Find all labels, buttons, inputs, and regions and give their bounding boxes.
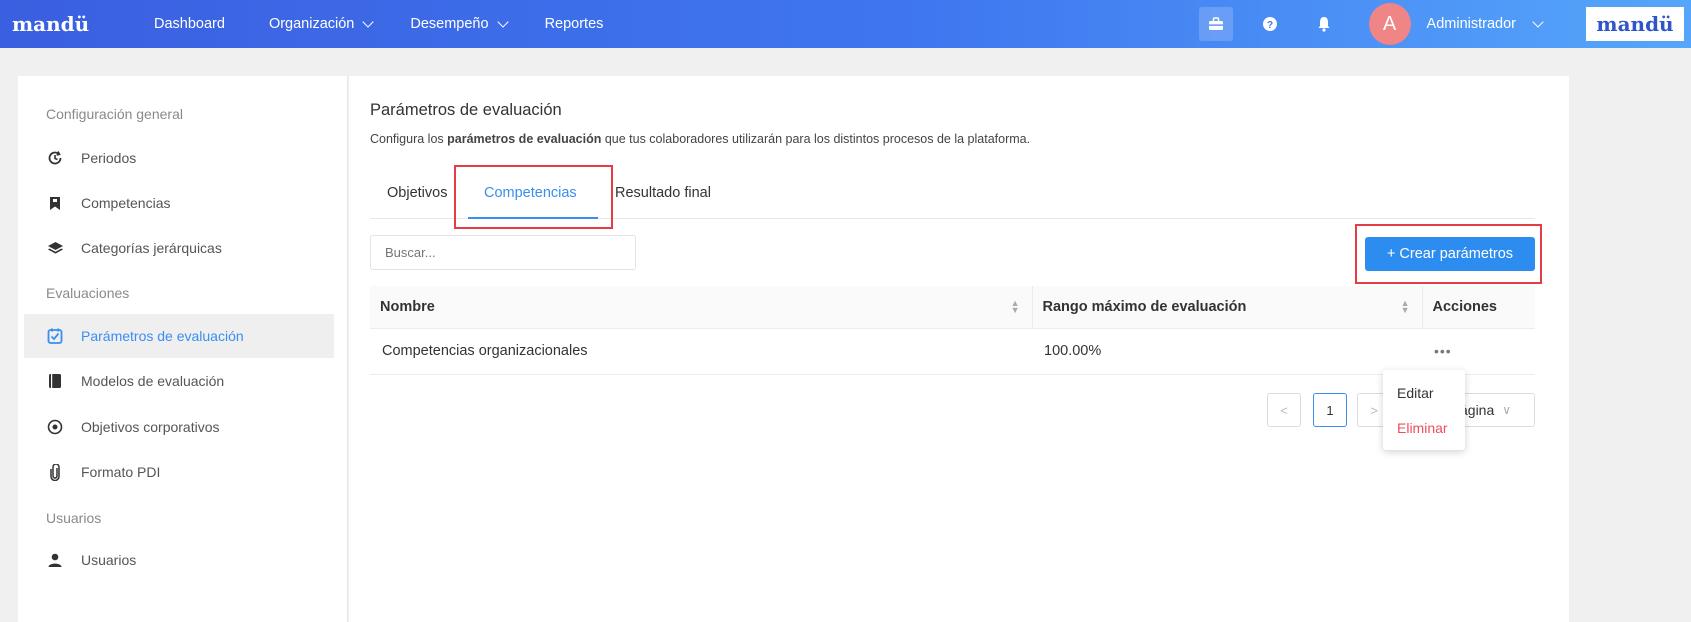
description-text: Configura los bbox=[370, 132, 448, 146]
tab-objetivos[interactable]: Objetivos bbox=[387, 185, 447, 201]
user-name: Administrador bbox=[1426, 16, 1516, 32]
paperclip-icon bbox=[46, 463, 64, 481]
sidebar-item-label: Periodos bbox=[81, 150, 137, 166]
app-logo[interactable]: mandü bbox=[12, 12, 124, 36]
column-label: Rango máximo de evaluación bbox=[1042, 298, 1247, 315]
page-description: Configura los parámetros de evaluación q… bbox=[370, 132, 1030, 146]
nav-desempeno-label: Desempeño bbox=[410, 16, 489, 32]
table-row: Competencias organizacionales 100.00% ••… bbox=[370, 328, 1535, 375]
help-icon[interactable]: ? bbox=[1253, 7, 1287, 41]
search-input[interactable] bbox=[370, 235, 636, 270]
sidebar-item-objetivos[interactable]: Objetivos corporativos bbox=[24, 405, 334, 449]
sidebar-item-formato-pdi[interactable]: Formato PDI bbox=[24, 450, 334, 494]
nav-reportes[interactable]: Reportes bbox=[545, 0, 604, 48]
sort-icon[interactable]: ▲ ▼ bbox=[1401, 299, 1410, 315]
user-menu[interactable]: Administrador bbox=[1426, 15, 1544, 32]
chevron-down-icon: ∨ bbox=[1502, 403, 1512, 417]
actions-dropdown: Editar Eliminar bbox=[1383, 370, 1465, 450]
layers-icon bbox=[46, 239, 64, 257]
target-icon bbox=[46, 418, 64, 436]
top-navbar: mandü Dashboard Organización Desempeño R… bbox=[0, 0, 1691, 48]
sidebar-item-label: Competencias bbox=[81, 195, 171, 211]
sidebar-item-competencias[interactable]: Competencias bbox=[24, 181, 334, 225]
sidebar-item-categorias[interactable]: Categorías jerárquicas bbox=[24, 226, 334, 270]
highlight-tab-competencias bbox=[454, 165, 613, 229]
nav-organizacion[interactable]: Organización bbox=[268, 0, 375, 48]
sidebar-item-label: Categorías jerárquicas bbox=[81, 240, 222, 256]
briefcase-icon[interactable] bbox=[1198, 7, 1233, 41]
nav-reportes-label: Reportes bbox=[544, 16, 604, 32]
chevron-down-icon bbox=[1532, 15, 1544, 28]
tab-resultado-final[interactable]: Resultado final bbox=[615, 185, 711, 201]
sidebar-item-periodos[interactable]: Periodos bbox=[24, 136, 334, 180]
sort-icon[interactable]: ▲ ▼ bbox=[1011, 299, 1020, 315]
description-bold: parámetros de evaluación bbox=[447, 132, 602, 146]
brand-logo: mandü bbox=[1586, 7, 1684, 41]
column-header-rango[interactable]: Rango máximo de evaluación ▲ ▼ bbox=[1032, 286, 1423, 329]
highlight-create-button bbox=[1355, 224, 1542, 284]
pagination: < 1 > bbox=[1267, 393, 1391, 427]
edit-menu-item[interactable]: Editar bbox=[1397, 385, 1434, 401]
user-icon bbox=[46, 551, 64, 569]
row-range: 100.00% bbox=[1032, 328, 1422, 375]
checkbox-icon bbox=[46, 327, 64, 345]
row-actions: ••• bbox=[1422, 328, 1535, 375]
prev-page-button[interactable]: < bbox=[1267, 393, 1301, 427]
table-header-row: Nombre ▲ ▼ Rango máximo de evaluación ▲ ▼ Ac… bbox=[370, 286, 1535, 329]
nav-dashboard-label: Dashboard bbox=[154, 16, 225, 32]
chevron-down-icon bbox=[362, 15, 375, 28]
page-title: Parámetros de evaluación bbox=[370, 101, 562, 119]
column-label: Nombre bbox=[380, 298, 435, 315]
nav-desempeno[interactable]: Desempeño bbox=[410, 0, 509, 48]
avatar[interactable]: A bbox=[1368, 3, 1411, 45]
clock-icon bbox=[46, 149, 64, 167]
page-number-button[interactable]: 1 bbox=[1313, 393, 1347, 427]
column-label: Acciones bbox=[1432, 298, 1497, 315]
bell-icon[interactable] bbox=[1307, 7, 1341, 41]
bookmark-icon bbox=[46, 194, 64, 212]
nav-dashboard[interactable]: Dashboard bbox=[154, 0, 225, 48]
chevron-down-icon bbox=[496, 15, 509, 28]
sidebar-item-parametros[interactable]: Parámetros de evaluación bbox=[24, 314, 334, 358]
sidebar-item-label: Parámetros de evaluación bbox=[81, 328, 244, 344]
sidebar-item-label: Formato PDI bbox=[81, 464, 161, 480]
sidebar-section-evaluaciones: Evaluaciones bbox=[46, 285, 130, 301]
sidebar-item-modelos[interactable]: Modelos de evaluación bbox=[24, 359, 334, 403]
book-icon bbox=[46, 372, 64, 390]
main-panel: Parámetros de evaluación Configura los p… bbox=[349, 76, 1569, 622]
sidebar-item-usuarios[interactable]: Usuarios bbox=[24, 538, 334, 582]
sidebar-section-general: Configuración general bbox=[46, 106, 183, 122]
more-actions-icon[interactable]: ••• bbox=[1434, 343, 1452, 359]
delete-menu-item[interactable]: Eliminar bbox=[1397, 420, 1448, 436]
sidebar-item-label: Usuarios bbox=[81, 552, 137, 568]
sidebar-item-label: Modelos de evaluación bbox=[81, 373, 225, 389]
nav-organizacion-label: Organización bbox=[268, 16, 355, 32]
sidebar: Configuración general Periodos Competenc… bbox=[18, 76, 348, 622]
page-size-label: ágina bbox=[1460, 402, 1495, 418]
svg-text:?: ? bbox=[1266, 20, 1272, 31]
column-header-nombre[interactable]: Nombre ▲ ▼ bbox=[370, 286, 1033, 329]
description-text: que tus colaboradores utilizarán para lo… bbox=[601, 132, 1031, 146]
sidebar-section-usuarios: Usuarios bbox=[46, 510, 102, 526]
column-header-acciones: Acciones bbox=[1422, 286, 1535, 329]
sidebar-item-label: Objetivos corporativos bbox=[81, 419, 220, 435]
row-name-link[interactable]: Competencias organizacionales bbox=[370, 328, 1032, 375]
parameters-table: Nombre ▲ ▼ Rango máximo de evaluación ▲ ▼ Ac… bbox=[370, 286, 1535, 375]
